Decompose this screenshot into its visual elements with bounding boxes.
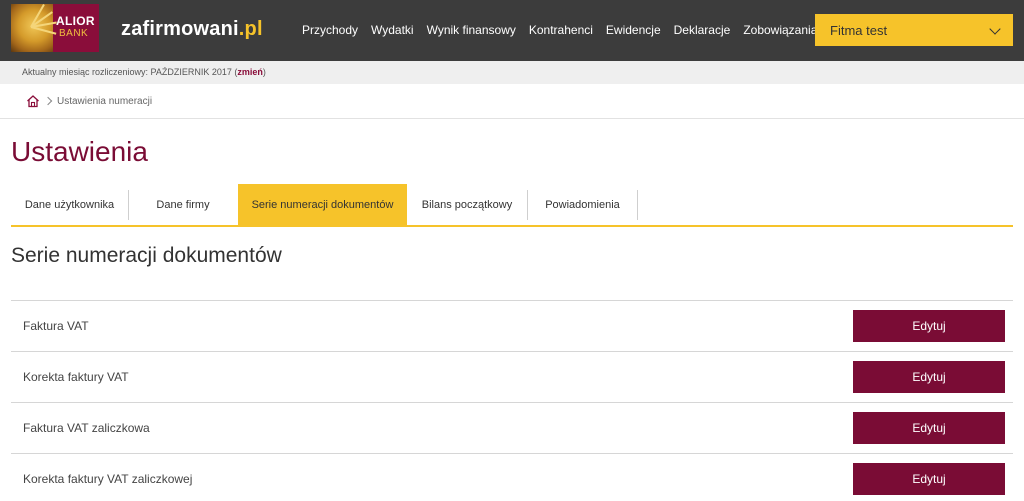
series-label: Korekta faktury VAT zaliczkowej bbox=[23, 472, 193, 486]
tab-label: Bilans początkowy bbox=[421, 198, 513, 211]
edit-button[interactable]: Edytuj bbox=[853, 310, 1005, 342]
page-title: Ustawienia bbox=[11, 136, 148, 167]
main-nav: Przychody Wydatki Wynik finansowy Kontra… bbox=[302, 23, 830, 37]
edit-button[interactable]: Edytuj bbox=[853, 463, 1005, 495]
tab-label: Serie numeracji dokumentów bbox=[251, 198, 394, 211]
edit-button[interactable]: Edytuj bbox=[853, 361, 1005, 393]
tab-dane-firmy[interactable]: Dane firmy bbox=[129, 184, 237, 225]
nav-item-przychody[interactable]: Przychody bbox=[302, 23, 358, 37]
tab-label: Dane firmy bbox=[156, 198, 210, 211]
series-label: Faktura VAT zaliczkowa bbox=[23, 421, 150, 435]
list-item: Faktura VAT Edytuj bbox=[11, 300, 1013, 351]
billing-month-suffix: ) bbox=[262, 67, 266, 77]
tab-divider bbox=[637, 190, 638, 220]
tab-bilans-poczatkowy[interactable]: Bilans początkowy bbox=[407, 184, 527, 225]
top-bar: ALIOR BANK zafirmowani.pl Przychody Wyda… bbox=[0, 0, 1024, 61]
tab-label: Dane użytkownika bbox=[24, 198, 115, 211]
series-label: Faktura VAT bbox=[23, 319, 89, 333]
nav-item-zobowiazania[interactable]: Zobowiązania bbox=[743, 23, 817, 37]
billing-month-prefix: Aktualny miesiąc rozliczeniowy: PAŹDZIER… bbox=[22, 67, 238, 77]
logo-text-bank: BANK bbox=[59, 28, 89, 39]
nav-item-ewidencje[interactable]: Ewidencje bbox=[606, 23, 661, 37]
list-item: Faktura VAT zaliczkowa Edytuj bbox=[11, 402, 1013, 453]
nav-item-deklaracje[interactable]: Deklaracje bbox=[674, 23, 731, 37]
alior-bank-logo[interactable]: ALIOR BANK bbox=[11, 4, 99, 52]
breadcrumb-separator-icon bbox=[43, 96, 53, 106]
logo-text-alior: ALIOR bbox=[56, 14, 95, 28]
nav-item-wydatki[interactable]: Wydatki bbox=[371, 23, 414, 37]
company-select[interactable]: Fitma test bbox=[815, 14, 1013, 46]
tab-label: Powiadomienia bbox=[545, 198, 620, 211]
brand-name-tld: .pl bbox=[238, 18, 263, 40]
settings-tabs: Dane użytkownika Dane firmy Serie numera… bbox=[11, 184, 1013, 227]
nav-item-kontrahenci[interactable]: Kontrahenci bbox=[529, 23, 593, 37]
edit-button[interactable]: Edytuj bbox=[853, 412, 1005, 444]
series-label: Korekta faktury VAT bbox=[23, 370, 129, 384]
logo-emblem-icon bbox=[11, 4, 57, 52]
brand-name-main: zafirmowani bbox=[121, 18, 239, 40]
change-month-link[interactable]: zmień bbox=[237, 67, 263, 77]
breadcrumb: Ustawienia numeracji bbox=[0, 84, 1024, 119]
list-item: Korekta faktury VAT zaliczkowej Edytuj bbox=[11, 453, 1013, 501]
nav-item-wynik-finansowy[interactable]: Wynik finansowy bbox=[427, 23, 516, 37]
breadcrumb-current: Ustawienia numeracji bbox=[57, 96, 153, 107]
company-select-label: Fitma test bbox=[830, 23, 888, 38]
billing-month-text: Aktualny miesiąc rozliczeniowy: PAŹDZIER… bbox=[22, 67, 266, 77]
billing-month-bar: Aktualny miesiąc rozliczeniowy: PAŹDZIER… bbox=[0, 61, 1024, 84]
tab-serie-numeracji[interactable]: Serie numeracji dokumentów bbox=[238, 184, 407, 225]
section-title: Serie numeracji dokumentów bbox=[11, 244, 282, 267]
tab-powiadomienia[interactable]: Powiadomienia bbox=[528, 184, 637, 225]
home-icon[interactable] bbox=[26, 94, 40, 108]
numbering-series-list: Faktura VAT Edytuj Korekta faktury VAT E… bbox=[11, 300, 1013, 501]
brand-name[interactable]: zafirmowani.pl bbox=[121, 18, 263, 41]
chevron-down-icon bbox=[989, 23, 1001, 35]
list-item: Korekta faktury VAT Edytuj bbox=[11, 351, 1013, 402]
tab-dane-uzytkownika[interactable]: Dane użytkownika bbox=[11, 184, 128, 225]
